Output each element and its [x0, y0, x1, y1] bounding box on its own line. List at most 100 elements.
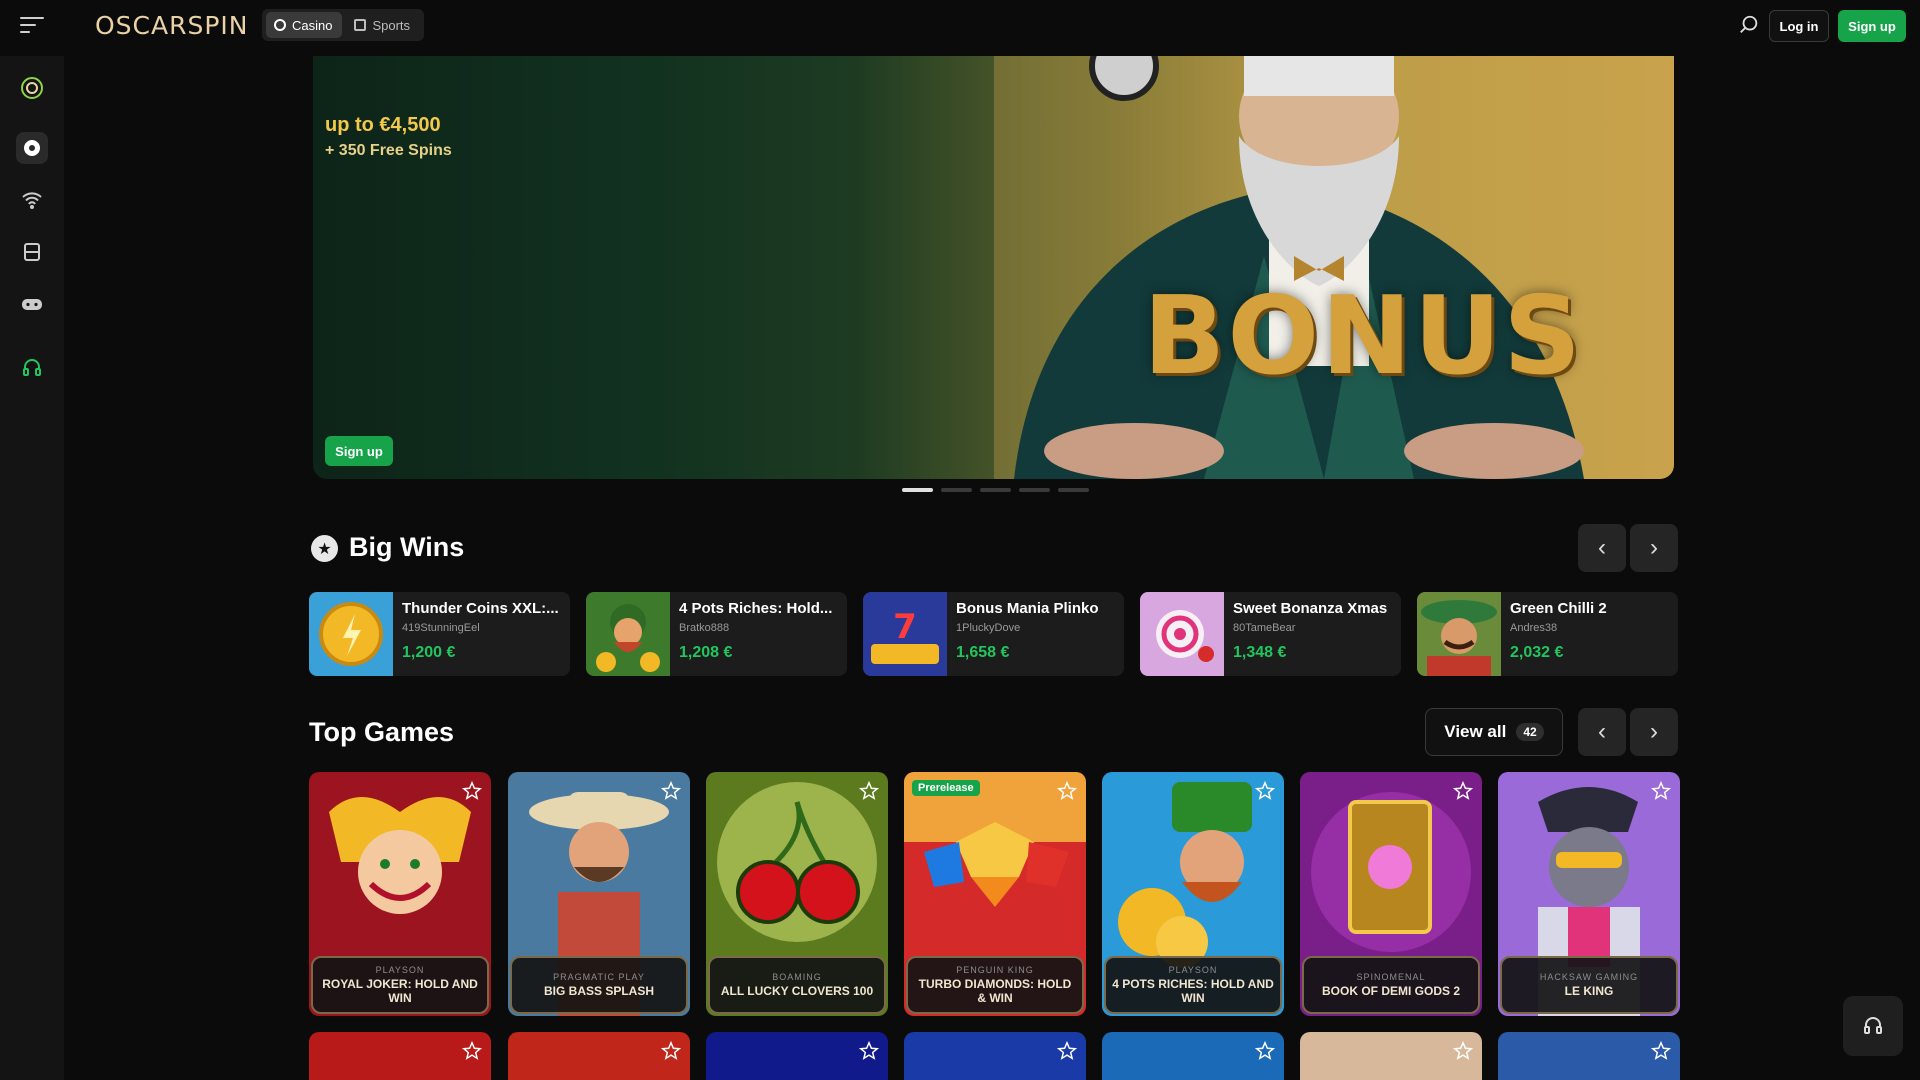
big-win-card[interactable]: Sweet Bonanza Xmas 80TameBear 1,348 €	[1140, 592, 1401, 676]
game-label-plate: Boaming All Lucky Clovers 100	[708, 956, 886, 1014]
favorite-star-icon[interactable]	[1452, 780, 1474, 802]
sidebar-sports-icon[interactable]	[16, 236, 48, 268]
favorite-star-icon[interactable]	[461, 780, 483, 802]
game-provider: Playson	[1168, 965, 1218, 975]
big-wins-next-button[interactable]: ›	[1630, 524, 1678, 572]
win-username: 419StunningEel	[402, 622, 480, 634]
win-amount: 2,032 €	[1510, 644, 1564, 661]
sports-icon	[354, 19, 367, 31]
big-wins-prev-button[interactable]: ‹	[1578, 524, 1626, 572]
favorite-star-icon[interactable]	[1056, 1040, 1078, 1062]
carousel-dot[interactable]	[941, 488, 972, 492]
game-card[interactable]	[309, 1032, 491, 1080]
game-name: Big Bass Splash	[543, 984, 654, 998]
menu-icon[interactable]	[20, 17, 44, 37]
product-switcher: Casino Sports	[262, 9, 425, 41]
game-card[interactable]	[904, 1032, 1086, 1080]
banner-free-spins: + 350 Free Spins	[325, 142, 452, 159]
game-card[interactable]: Hacksaw Gaming Le King	[1498, 772, 1680, 1016]
win-amount: 1,208 €	[679, 644, 733, 661]
top-games-prev-button[interactable]: ‹	[1578, 708, 1626, 756]
view-all-button[interactable]: View all 42	[1425, 708, 1563, 756]
sidebar-support-icon[interactable]	[16, 352, 48, 384]
game-label-plate: Playson Royal Joker: Hold and Win	[311, 956, 489, 1014]
game-name: Book of Demi Gods 2	[1321, 984, 1460, 998]
game-provider: Penguin King	[956, 965, 1034, 975]
big-win-card[interactable]: Thunder Coins XXL:... 419StunningEel 1,2…	[309, 592, 570, 676]
carousel-dot[interactable]	[980, 488, 1011, 492]
sidebar-casino-icon[interactable]	[16, 132, 48, 164]
game-card[interactable]	[1300, 1032, 1482, 1080]
game-provider: Spinomenal	[1356, 972, 1426, 982]
win-game-name: Sweet Bonanza Xmas	[1233, 600, 1388, 617]
favorite-star-icon[interactable]	[1254, 1040, 1276, 1062]
game-provider: Boaming	[772, 972, 822, 982]
favorite-star-icon[interactable]	[1650, 1040, 1672, 1062]
game-card[interactable]: Pragmatic Play Big Bass Splash	[508, 772, 690, 1016]
top-header: OSCARSPIN Casino Sports Log in Sign up	[0, 0, 1920, 56]
favorite-star-icon[interactable]	[858, 1040, 880, 1062]
win-game-name: Bonus Mania Plinko	[956, 600, 1099, 617]
game-card[interactable]	[508, 1032, 690, 1080]
game-card[interactable]: Playson Royal Joker: Hold and Win	[309, 772, 491, 1016]
favorite-star-icon[interactable]	[858, 780, 880, 802]
game-name: All Lucky Clovers 100	[720, 984, 874, 998]
banner-signup-button[interactable]: Sign up	[325, 436, 393, 466]
favorite-star-icon[interactable]	[1254, 780, 1276, 802]
big-win-card[interactable]: Green Chilli 2 Andres38 2,032 €	[1417, 592, 1678, 676]
game-label-plate: Penguin King Turbo Diamonds: Hold & Win	[906, 956, 1084, 1014]
favorite-star-icon[interactable]	[1452, 1040, 1474, 1062]
win-game-name: 4 Pots Riches: Hold...	[679, 600, 833, 617]
game-thumbnail: 7	[863, 592, 947, 676]
game-card[interactable]: Prerelease Penguin King Turbo Diamonds: …	[904, 772, 1086, 1016]
login-button[interactable]: Log in	[1769, 10, 1829, 42]
view-all-label: View all	[1444, 722, 1507, 741]
game-name: 4 Pots Riches: Hold and Win	[1112, 977, 1274, 1005]
game-thumbnail	[1417, 592, 1501, 676]
game-name: Royal Joker: Hold and Win	[322, 977, 478, 1005]
game-card[interactable]: Playson 4 Pots Riches: Hold and Win	[1102, 772, 1284, 1016]
tab-sports-label: Sports	[372, 17, 411, 33]
sidebar-gamepad-icon[interactable]	[16, 288, 48, 320]
carousel-dot[interactable]	[902, 488, 933, 492]
carousel-dot[interactable]	[1058, 488, 1089, 492]
sidebar-logo-icon[interactable]	[16, 72, 48, 104]
game-card[interactable]	[1102, 1032, 1284, 1080]
win-username: Andres38	[1510, 622, 1558, 634]
game-provider: Hacksaw Gaming	[1539, 972, 1639, 982]
favorite-star-icon[interactable]	[1650, 780, 1672, 802]
game-name: Le King	[1564, 984, 1614, 998]
big-win-card[interactable]: 7 Bonus Mania Plinko 1PluckyDove 1,658 €	[863, 592, 1124, 676]
game-card[interactable]: Boaming All Lucky Clovers 100	[706, 772, 888, 1016]
top-games-title: Top Games	[309, 717, 455, 747]
banner-art-image	[994, 56, 1674, 479]
big-wins-title: Big Wins	[349, 532, 465, 562]
favorite-star-icon[interactable]	[461, 1040, 483, 1062]
site-logo[interactable]: OSCARSPIN	[95, 11, 249, 40]
sidebar	[0, 56, 64, 1080]
favorite-star-icon[interactable]	[660, 1040, 682, 1062]
banner-amount: up to €4,500	[325, 114, 441, 136]
carousel-dot[interactable]	[1019, 488, 1050, 492]
top-games-next-button[interactable]: ›	[1630, 708, 1678, 756]
carousel-dots	[902, 488, 1089, 492]
svg-text:7: 7	[893, 607, 917, 647]
game-provider: Playson	[375, 965, 425, 975]
support-chat-button[interactable]	[1843, 996, 1903, 1056]
game-label-plate: Playson 4 Pots Riches: Hold and Win	[1104, 956, 1282, 1014]
sidebar-live-icon[interactable]	[16, 184, 48, 216]
search-icon[interactable]	[1738, 14, 1760, 36]
tab-casino[interactable]: Casino	[266, 12, 343, 38]
game-card[interactable]	[706, 1032, 888, 1080]
favorite-star-icon[interactable]	[660, 780, 682, 802]
promo-banner[interactable]: up to €4,500 + 350 Free Spins BONUS Sign…	[313, 56, 1674, 479]
game-card[interactable]	[1498, 1032, 1680, 1080]
big-win-card[interactable]: 4 Pots Riches: Hold... Bratko888 1,208 €	[586, 592, 847, 676]
game-name: Turbo Diamonds: Hold & Win	[918, 977, 1072, 1005]
signup-button[interactable]: Sign up	[1838, 10, 1906, 42]
tab-sports[interactable]: Sports	[346, 12, 420, 38]
game-provider: Pragmatic Play	[553, 972, 645, 982]
game-card[interactable]: Spinomenal Book of Demi Gods 2	[1300, 772, 1482, 1016]
favorite-star-icon[interactable]	[1056, 780, 1078, 802]
win-game-name: Green Chilli 2	[1510, 600, 1607, 617]
